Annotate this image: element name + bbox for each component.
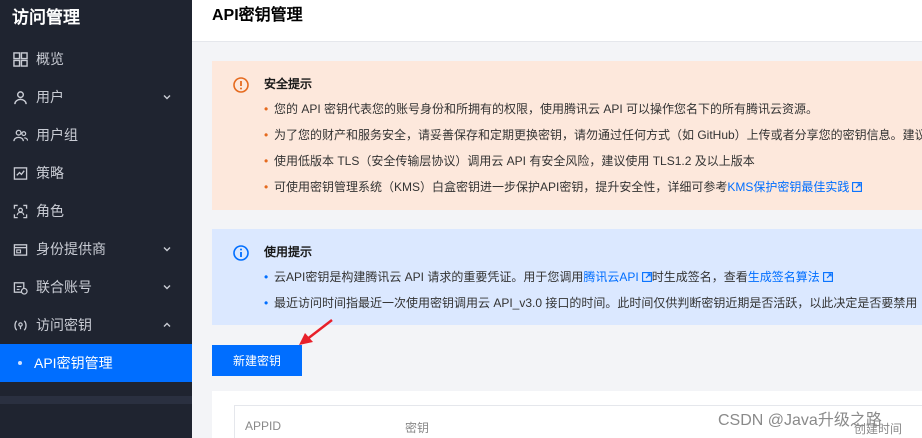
column-header-key: 密钥 (405, 421, 430, 435)
tencent-cloud-api-link[interactable]: 腾讯云API (583, 270, 638, 284)
chevron-down-icon (162, 244, 172, 254)
sidebar-divider (0, 396, 192, 404)
federated-account-icon (12, 279, 28, 295)
column-header-appid: APPID (245, 419, 282, 433)
main-content: API密钥管理 安全提示 您的 API 密钥代表您的账号身份和所拥有的权限，使用… (192, 0, 922, 438)
warning-icon (233, 77, 249, 93)
user-group-icon (12, 127, 28, 143)
active-dot-icon (18, 361, 22, 365)
sidebar-subitem-api-key-management[interactable]: API密钥管理 (0, 344, 192, 382)
watermark: CSDN @Java升级之路 (718, 412, 882, 429)
sidebar-title: 访问管理 (12, 8, 80, 27)
list-item: 为了您的财产和服务安全，请妥善保存和定期更换密钥，请勿通过任何方式（如 GitH… (264, 122, 922, 148)
grid-icon (12, 51, 28, 67)
sidebar-item-users[interactable]: 用户 (0, 78, 192, 116)
list-item: 云API密钥是构建腾讯云 API 请求的重要凭证。用于您调用腾讯云API 时生成签… (264, 264, 922, 290)
info-icon (233, 245, 249, 261)
list-item: 您的 API 密钥代表您的账号身份和所拥有的权限，使用腾讯云 API 可以操作您… (264, 96, 922, 122)
external-link-icon (641, 272, 652, 282)
chevron-up-icon (162, 320, 172, 330)
list-item: 使用低版本 TLS（安全传输层协议）调用云 API 有安全风险，建议使用 TLS… (264, 148, 922, 174)
sidebar-item-label: 角色 (36, 203, 64, 219)
sidebar-item-label: 概览 (36, 51, 64, 67)
user-icon (12, 89, 28, 105)
list-item-text: 云API密钥是构建腾讯云 API 请求的重要凭证。用于您调用 (274, 270, 584, 284)
kms-best-practice-link[interactable]: KMS保护密钥最佳实践 (727, 180, 849, 194)
external-link-icon (852, 182, 863, 192)
sidebar-item-access-keys[interactable]: 访问密钥 (0, 306, 192, 344)
page-header: API密钥管理 (192, 0, 922, 42)
sidebar-item-overview[interactable]: 概览 (0, 40, 192, 78)
create-key-button[interactable]: 新建密钥 (212, 345, 302, 376)
sidebar-item-label: 用户 (36, 89, 64, 105)
sidebar-item-label: 访问密钥 (36, 317, 92, 333)
list-item-text: 可使用密钥管理系统（KMS）白盒密钥进一步保护API密钥，提升安全性，详细可参考 (274, 180, 728, 194)
chevron-down-icon (162, 282, 172, 292)
security-notice-title: 安全提示 (264, 77, 313, 91)
sidebar-item-label: 用户组 (36, 127, 78, 143)
access-key-icon (12, 317, 28, 333)
sidebar: 访问管理 概览 用户 用户组 策略 角色 身份提供商 联合账号 访问密钥 API… (0, 0, 192, 438)
identity-provider-icon (12, 241, 28, 257)
sidebar-item-identity-providers[interactable]: 身份提供商 (0, 230, 192, 268)
sidebar-item-label: 身份提供商 (36, 241, 106, 257)
sidebar-subitem-label: API密钥管理 (34, 355, 113, 371)
security-notice: 安全提示 您的 API 密钥代表您的账号身份和所拥有的权限，使用腾讯云 API … (212, 61, 922, 210)
external-link-icon (822, 272, 833, 282)
list-item-text: 时生成签名，查看 (651, 270, 748, 284)
list-item: 可使用密钥管理系统（KMS）白盒密钥进一步保护API密钥，提升安全性，详细可参考… (264, 174, 922, 200)
usage-notice-title: 使用提示 (264, 245, 313, 259)
sidebar-item-policies[interactable]: 策略 (0, 154, 192, 192)
usage-notice: 使用提示 云API密钥是构建腾讯云 API 请求的重要凭证。用于您调用腾讯云AP… (212, 229, 922, 325)
sidebar-item-label: 策略 (36, 165, 64, 181)
role-icon (12, 203, 28, 219)
sidebar-item-roles[interactable]: 角色 (0, 192, 192, 230)
annotation-arrow-icon (299, 319, 333, 345)
sidebar-item-federated-accounts[interactable]: 联合账号 (0, 268, 192, 306)
chevron-down-icon (162, 92, 172, 102)
security-notice-list: 您的 API 密钥代表您的账号身份和所拥有的权限，使用腾讯云 API 可以操作您… (264, 96, 922, 200)
sidebar-item-label: 联合账号 (36, 279, 92, 295)
list-item: 最近访问时间指最近一次使用密钥调用云 API_v3.0 接口的时间。此时间仅供判… (264, 290, 922, 316)
signature-algorithm-link[interactable]: 生成签名算法 (748, 270, 820, 284)
usage-notice-list: 云API密钥是构建腾讯云 API 请求的重要凭证。用于您调用腾讯云API 时生成签… (264, 264, 922, 316)
page-title: API密钥管理 (212, 7, 303, 24)
policy-icon (12, 165, 28, 181)
sidebar-item-user-groups[interactable]: 用户组 (0, 116, 192, 154)
